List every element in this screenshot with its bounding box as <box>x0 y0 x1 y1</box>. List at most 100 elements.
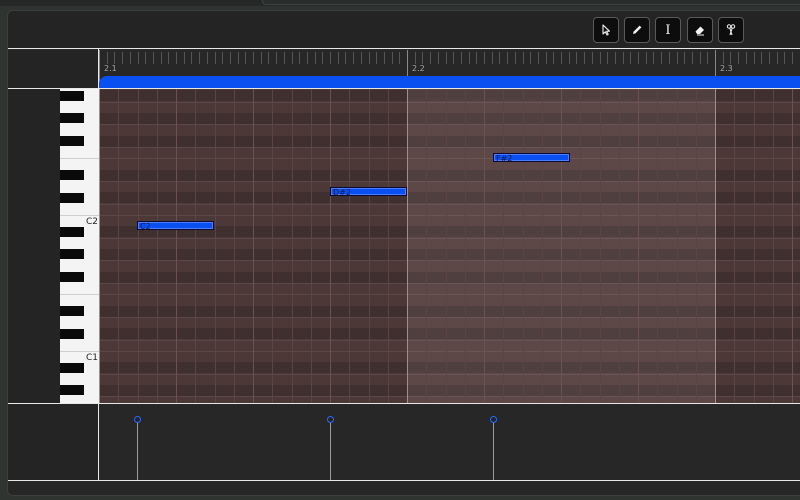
ruler-tick <box>453 52 454 64</box>
velocity-handle[interactable] <box>490 416 497 423</box>
black-key[interactable] <box>60 249 84 260</box>
velocity-stem <box>330 420 331 480</box>
black-key[interactable] <box>60 90 84 101</box>
black-key[interactable] <box>60 385 84 396</box>
grid-column-line <box>465 89 466 403</box>
beat-line <box>176 89 177 403</box>
ruler-tick <box>238 52 239 64</box>
ruler-tick <box>384 52 385 64</box>
beat-line <box>330 89 331 403</box>
scissors-icon <box>726 24 736 36</box>
grid-column-line <box>677 89 678 403</box>
velocity-stem <box>137 420 138 480</box>
select-range-tool-button[interactable]: I <box>655 17 681 43</box>
key-label-c1: C1 <box>86 353 99 363</box>
black-key[interactable] <box>60 170 84 181</box>
ruler-tick <box>730 52 731 64</box>
piano-keyboard: C3 C2 C1 <box>8 89 99 403</box>
ruler-tick <box>661 52 662 64</box>
ruler-tick <box>576 52 577 64</box>
ruler-tick <box>261 52 262 64</box>
grid-column-line <box>138 89 139 403</box>
text-cursor-icon: I <box>665 22 671 38</box>
ruler-tick <box>322 52 323 64</box>
ruler-tick <box>415 52 416 64</box>
black-key[interactable] <box>60 226 84 237</box>
ruler-tick <box>623 52 624 64</box>
ruler-tick <box>207 52 208 64</box>
black-key[interactable] <box>60 136 84 147</box>
black-key[interactable] <box>60 306 84 317</box>
ruler-tick <box>161 52 162 64</box>
ruler-tick <box>399 52 400 64</box>
ruler-tick <box>253 52 254 64</box>
key-label-c2: C2 <box>86 217 99 227</box>
toolbar-divider <box>8 48 800 49</box>
ruler-tick <box>446 52 447 64</box>
ruler-tick <box>345 52 346 64</box>
velocity-handle[interactable] <box>134 416 141 423</box>
ruler-tick <box>484 52 485 64</box>
ruler-tick <box>168 52 169 64</box>
ruler-tick <box>176 52 177 64</box>
ruler-tick <box>199 52 200 64</box>
note-grid[interactable]: C2 D#2 F#2 <box>99 89 800 403</box>
ruler-tick <box>738 52 739 64</box>
ruler-tick <box>299 52 300 64</box>
ruler-tick <box>114 52 115 64</box>
bar-line <box>407 89 408 403</box>
ruler-tick <box>553 52 554 64</box>
top-strip <box>0 0 800 6</box>
note-f-sharp-2[interactable]: F#2 <box>493 153 570 163</box>
ruler-tick <box>499 52 500 64</box>
black-key[interactable] <box>60 192 84 203</box>
black-key[interactable] <box>60 362 84 373</box>
black-key[interactable] <box>60 113 84 124</box>
ruler-tick <box>600 52 601 64</box>
pencil-tool-button[interactable] <box>624 17 650 43</box>
white-key-divider <box>60 351 99 352</box>
black-key[interactable] <box>60 328 84 339</box>
white-key-divider <box>60 158 99 159</box>
loop-region-bar[interactable] <box>99 76 800 88</box>
ruler-tick <box>523 52 524 64</box>
grid-column-line <box>349 89 350 403</box>
key-label-c3: C3 <box>86 89 98 91</box>
ruler-tick <box>215 52 216 64</box>
pointer-tool-button[interactable] <box>593 17 619 43</box>
grid-column-line <box>272 89 273 403</box>
grid-column-line <box>195 89 196 403</box>
ruler-tick <box>438 52 439 64</box>
ruler-tick <box>530 52 531 64</box>
grid-column-line <box>503 89 504 403</box>
ruler-tick <box>777 52 778 64</box>
ruler-tick <box>638 52 639 64</box>
eraser-icon <box>695 26 704 36</box>
black-key[interactable] <box>60 272 84 283</box>
ruler-tick <box>538 52 539 64</box>
ruler-tick <box>338 52 339 64</box>
grid-column-line <box>657 89 658 403</box>
note-c2[interactable]: C2 <box>137 221 214 231</box>
ruler-tick <box>769 52 770 64</box>
ruler-tick <box>684 52 685 64</box>
pencil-icon <box>633 25 642 34</box>
ruler-tick <box>145 52 146 64</box>
grid-column-line <box>754 89 755 403</box>
beat-line <box>484 89 485 403</box>
ruler-tick <box>392 52 393 64</box>
velocity-lane[interactable] <box>99 404 800 480</box>
velocity-handle[interactable] <box>327 416 334 423</box>
ruler-tick <box>584 52 585 64</box>
grid-column-line <box>426 89 427 403</box>
note-d-sharp-2[interactable]: D#2 <box>330 187 407 197</box>
piano-roll-panel: I 2.1 2.2 2.3 C3 C2 C1 <box>7 10 800 496</box>
ruler-tick <box>130 52 131 64</box>
eraser-tool-button[interactable] <box>687 17 713 43</box>
grid-column-line <box>619 89 620 403</box>
grid-column-line <box>215 89 216 403</box>
ruler-tick <box>707 52 708 64</box>
cut-tool-button[interactable] <box>718 17 744 43</box>
ruler-tick <box>122 52 123 64</box>
grid-column-line <box>580 89 581 403</box>
